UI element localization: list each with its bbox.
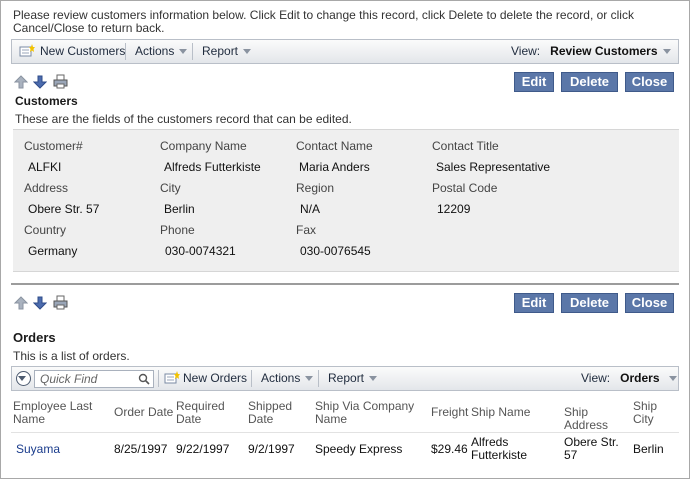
new-record-icon bbox=[164, 371, 180, 384]
field-value-company-name[interactable]: Alfreds Futterkiste bbox=[164, 160, 261, 174]
close-button[interactable]: Close bbox=[625, 72, 674, 92]
field-value-city[interactable]: Berlin bbox=[164, 202, 195, 216]
column-header-ship-name[interactable]: Ship Name bbox=[471, 406, 551, 419]
quick-find-input[interactable]: Quick Find bbox=[34, 370, 154, 388]
cell-ship-via-company-name: Speedy Express bbox=[315, 442, 403, 456]
column-header-employee-last-name[interactable]: Employee Last Name bbox=[13, 400, 108, 426]
toolbar-separator bbox=[251, 370, 252, 387]
chevron-down-icon bbox=[305, 376, 314, 382]
orders-actions-label: Actions bbox=[261, 371, 301, 385]
cell-ship-city: Berlin bbox=[633, 442, 664, 456]
field-label-company-name: Company Name bbox=[160, 139, 247, 153]
orders-toolbar: Quick Find New Orders Actions Report Vie… bbox=[11, 366, 679, 391]
field-label-region: Region bbox=[296, 181, 335, 195]
orders-report-label: Report bbox=[328, 371, 365, 385]
actions-circle-button[interactable] bbox=[16, 371, 31, 386]
field-value-address[interactable]: Obere Str. 57 bbox=[28, 202, 99, 216]
column-header-required-date[interactable]: Required Date bbox=[176, 400, 231, 426]
edit-button-bottom[interactable]: Edit bbox=[514, 293, 554, 313]
field-label-customer-id: Customer# bbox=[24, 139, 83, 153]
field-value-postal-code[interactable]: 12209 bbox=[437, 202, 470, 216]
orders-description: This is a list of orders. bbox=[13, 349, 130, 363]
field-value-contact-title[interactable]: Sales Representative bbox=[436, 160, 550, 174]
column-header-ship-via-company-name[interactable]: Ship Via Company Name bbox=[315, 400, 415, 426]
down-arrow-icon[interactable] bbox=[33, 296, 47, 310]
instructions-text: Please review customers information belo… bbox=[13, 8, 634, 35]
cell-ship-address: Obere Str. 57 bbox=[564, 435, 619, 462]
column-header-freight[interactable]: Freight bbox=[431, 406, 471, 419]
chevron-down-icon bbox=[179, 49, 188, 55]
cell-required-date: 9/22/1997 bbox=[176, 442, 230, 456]
up-arrow-icon[interactable] bbox=[14, 296, 28, 310]
field-value-contact-name[interactable]: Maria Anders bbox=[299, 160, 370, 174]
delete-button[interactable]: Delete bbox=[561, 72, 618, 92]
cell-shipped-date: 9/2/1997 bbox=[248, 442, 295, 456]
cell-freight: $29.46 bbox=[431, 442, 468, 456]
field-label-postal-code: Postal Code bbox=[432, 181, 498, 195]
print-icon[interactable] bbox=[53, 74, 68, 89]
page: Please review customers information belo… bbox=[0, 0, 690, 479]
customers-toolbar: New Customers Actions Report View: Revie… bbox=[11, 39, 679, 64]
new-orders-button[interactable]: New Orders bbox=[183, 367, 247, 390]
report-menu[interactable]: Report bbox=[202, 40, 252, 63]
customer-fields-panel: Customer# ALFKI Company Name Alfreds Fut… bbox=[13, 129, 679, 272]
view-value: Review Customers bbox=[550, 44, 658, 58]
chevron-down-icon bbox=[243, 49, 252, 55]
orders-report-menu[interactable]: Report bbox=[328, 367, 378, 390]
search-icon[interactable] bbox=[138, 373, 150, 385]
field-value-fax[interactable]: 030-0076545 bbox=[300, 244, 371, 258]
field-label-contact-title: Contact Title bbox=[432, 139, 499, 153]
orders-view-value: Orders bbox=[620, 371, 660, 385]
field-label-country: Country bbox=[24, 223, 67, 237]
chevron-down-icon bbox=[662, 49, 671, 55]
field-label-city: City bbox=[160, 181, 181, 195]
toolbar-separator bbox=[125, 43, 126, 60]
column-header-order-date[interactable]: Order Date bbox=[114, 406, 174, 419]
chevron-down-icon bbox=[369, 376, 378, 382]
toolbar-separator bbox=[318, 370, 319, 387]
actions-label: Actions bbox=[135, 44, 175, 58]
actions-menu[interactable]: Actions bbox=[135, 40, 188, 63]
field-value-phone[interactable]: 030-0074321 bbox=[165, 244, 236, 258]
print-icon[interactable] bbox=[53, 295, 68, 310]
toolbar-separator bbox=[158, 370, 159, 387]
field-label-fax: Fax bbox=[296, 223, 317, 237]
cell-order-date: 8/25/1997 bbox=[114, 442, 168, 456]
field-value-country[interactable]: Germany bbox=[28, 244, 77, 258]
orders-actions-menu[interactable]: Actions bbox=[261, 367, 314, 390]
field-label-address: Address bbox=[24, 181, 69, 195]
customers-description: These are the fields of the customers re… bbox=[15, 112, 352, 126]
orders-title: Orders bbox=[13, 330, 56, 345]
down-arrow-icon[interactable] bbox=[33, 75, 47, 89]
edit-button[interactable]: Edit bbox=[514, 72, 554, 92]
new-record-icon bbox=[19, 44, 35, 57]
chevron-down-icon bbox=[18, 376, 26, 381]
report-label: Report bbox=[202, 44, 239, 58]
table-row[interactable]: Suyama 8/25/1997 9/22/1997 9/2/1997 Spee… bbox=[11, 432, 679, 466]
orders-grid-header: Employee Last Name Order Date Required D… bbox=[11, 394, 679, 432]
customers-title: Customers bbox=[15, 94, 78, 108]
orders-view-prefix: View: bbox=[581, 371, 611, 385]
new-customers-button[interactable]: New Customers bbox=[40, 40, 125, 63]
field-label-contact-name: Contact Name bbox=[296, 139, 373, 153]
orders-view-selector[interactable]: View: Orders bbox=[581, 367, 677, 390]
chevron-down-icon bbox=[668, 376, 677, 382]
cell-ship-name: Alfreds Futterkiste bbox=[471, 435, 528, 462]
view-prefix: View: bbox=[511, 44, 541, 58]
delete-button-bottom[interactable]: Delete bbox=[561, 293, 618, 313]
quick-find-placeholder: Quick Find bbox=[40, 372, 98, 386]
close-button-bottom[interactable]: Close bbox=[625, 293, 674, 313]
column-header-shipped-date[interactable]: Shipped Date bbox=[248, 400, 303, 426]
up-arrow-icon[interactable] bbox=[14, 75, 28, 89]
field-label-phone: Phone bbox=[160, 223, 195, 237]
cell-employee-last-name[interactable]: Suyama bbox=[16, 443, 60, 456]
field-value-customer-id[interactable]: ALFKI bbox=[28, 160, 61, 174]
field-value-region[interactable]: N/A bbox=[300, 202, 320, 216]
view-selector[interactable]: View: Review Customers bbox=[511, 40, 671, 63]
section-divider bbox=[11, 283, 679, 285]
toolbar-separator bbox=[192, 43, 193, 60]
column-header-ship-address[interactable]: Ship Address bbox=[564, 406, 634, 432]
column-header-ship-city[interactable]: Ship City bbox=[633, 400, 673, 426]
